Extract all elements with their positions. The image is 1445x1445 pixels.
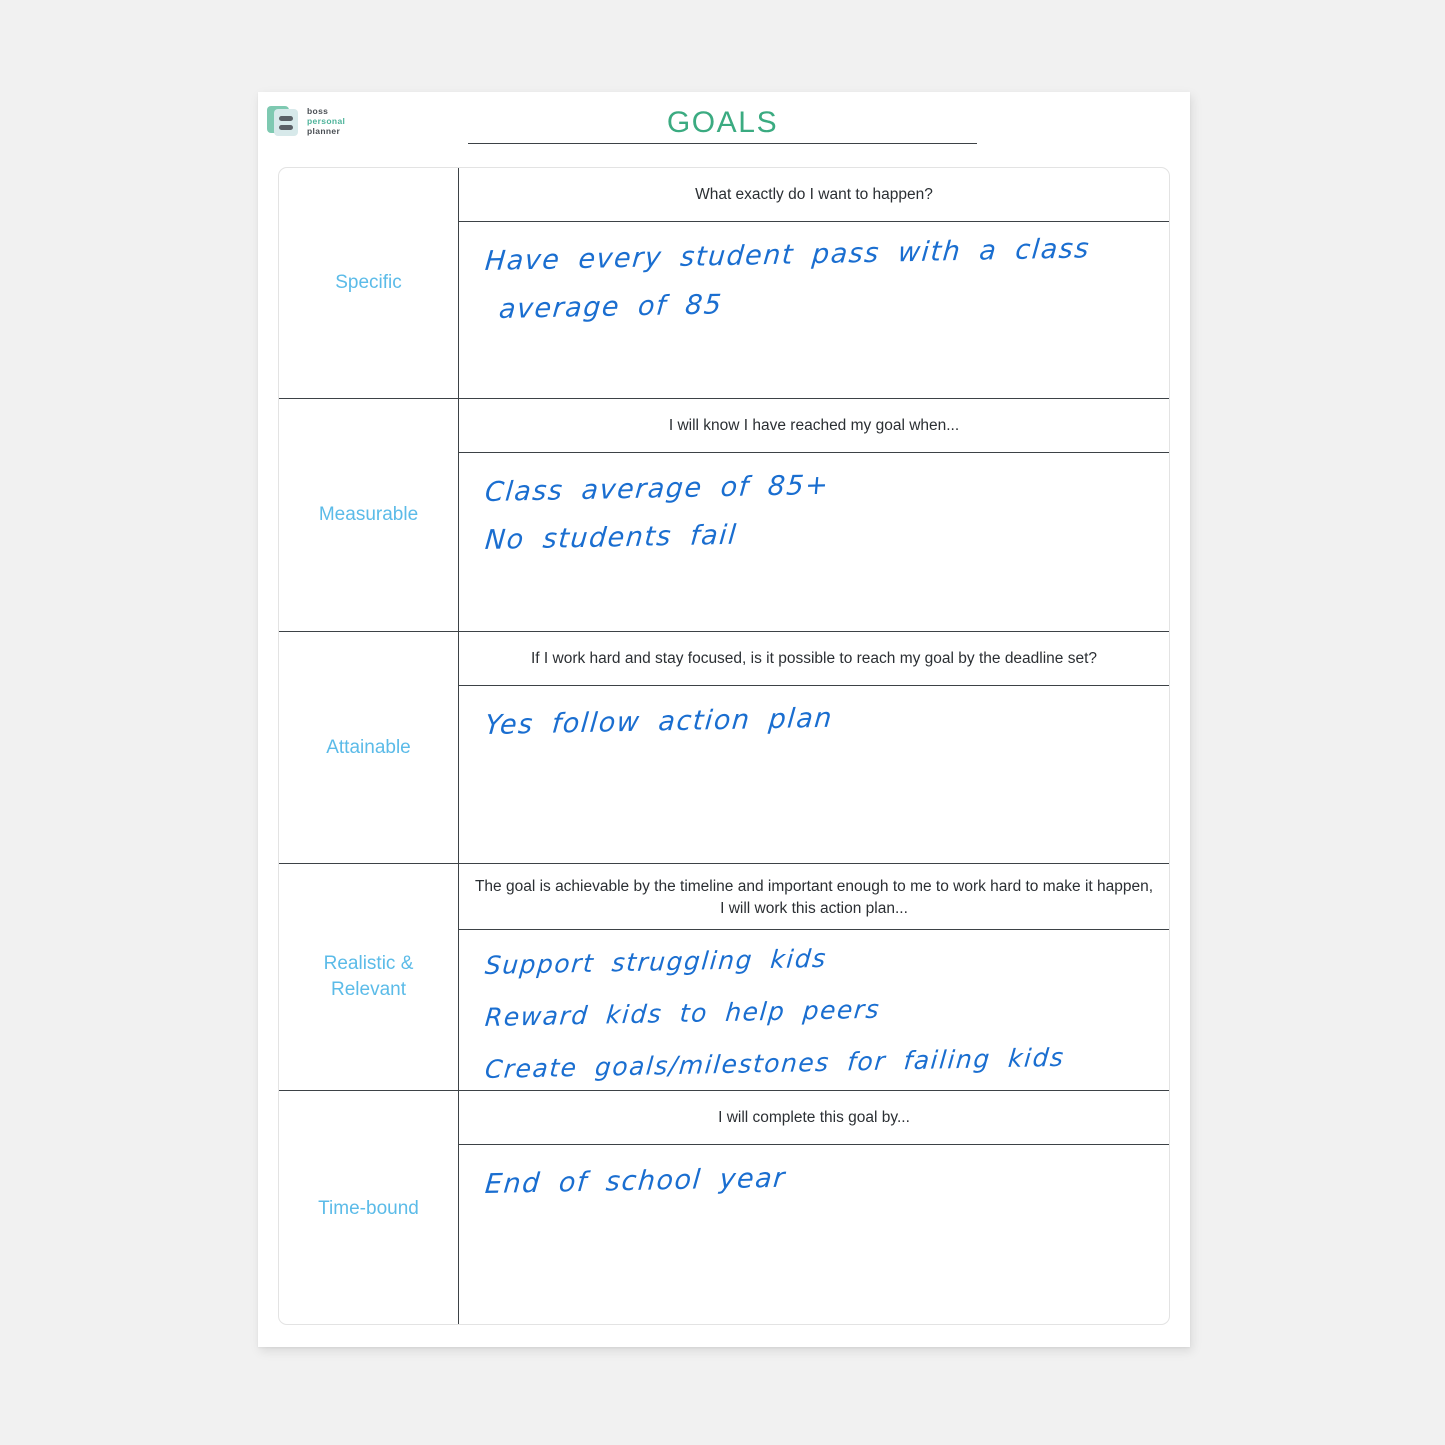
logo-icon-front-layer xyxy=(274,109,298,136)
brand-line-3: planner xyxy=(307,125,341,136)
row-answer-attainable[interactable]: Yes follow action plan xyxy=(459,686,1169,863)
row-label-realistic-relevant: Realistic & Relevant xyxy=(279,864,459,1090)
row-label-specific: Specific xyxy=(279,168,459,398)
table-row: Specific What exactly do I want to happe… xyxy=(279,168,1169,399)
handwriting-line: End of school year xyxy=(483,1162,788,1201)
brand-line-1: boss xyxy=(307,105,329,116)
table-row: Measurable I will know I have reached my… xyxy=(279,399,1169,632)
row-body-specific: What exactly do I want to happen? Have e… xyxy=(459,168,1169,398)
row-body-measurable: I will know I have reached my goal when.… xyxy=(459,399,1169,631)
row-prompt-time-bound: I will complete this goal by... xyxy=(459,1091,1169,1145)
brand-logo: boss personal planner xyxy=(267,104,345,137)
page-title-block: GOALS xyxy=(468,106,977,144)
brand-wordmark: boss personal planner xyxy=(307,106,345,136)
title-underline xyxy=(468,143,977,144)
row-prompt-attainable: If I work hard and stay focused, is it p… xyxy=(459,632,1169,686)
row-body-realistic-relevant: The goal is achievable by the timeline a… xyxy=(459,864,1169,1090)
row-prompt-realistic-relevant: The goal is achievable by the timeline a… xyxy=(459,864,1169,930)
row-answer-specific[interactable]: Have every student pass with a class ave… xyxy=(459,222,1169,398)
logo-icon-bar-top xyxy=(279,116,293,121)
smart-goals-table: Specific What exactly do I want to happe… xyxy=(278,167,1170,1325)
row-prompt-measurable: I will know I have reached my goal when.… xyxy=(459,399,1169,453)
handwriting-line: Yes follow action plan xyxy=(483,702,835,742)
row-label-time-bound: Time-bound xyxy=(279,1091,459,1324)
row-label-attainable: Attainable xyxy=(279,632,459,863)
row-body-time-bound: I will complete this goal by... End of s… xyxy=(459,1091,1169,1324)
page-header: boss personal planner GOALS xyxy=(258,92,1190,164)
page-title: GOALS xyxy=(666,106,779,139)
row-label-measurable: Measurable xyxy=(279,399,459,631)
row-answer-time-bound[interactable]: End of school year xyxy=(459,1145,1169,1324)
table-row: Attainable If I work hard and stay focus… xyxy=(279,632,1169,864)
brand-line-2: personal xyxy=(307,115,346,126)
row-answer-measurable[interactable]: Class average of 85+ No students fail xyxy=(459,453,1169,631)
row-body-attainable: If I work hard and stay focused, is it p… xyxy=(459,632,1169,863)
logo-icon-bar-bottom xyxy=(279,125,293,130)
table-row: Realistic & Relevant The goal is achieva… xyxy=(279,864,1169,1091)
row-answer-realistic-relevant[interactable]: Support struggling kids Reward kids to h… xyxy=(459,930,1169,1096)
row-prompt-specific: What exactly do I want to happen? xyxy=(459,168,1169,222)
worksheet-page: boss personal planner GOALS Specific Wha… xyxy=(258,92,1190,1347)
stacked-document-icon xyxy=(267,104,300,137)
table-row: Time-bound I will complete this goal by.… xyxy=(279,1091,1169,1324)
